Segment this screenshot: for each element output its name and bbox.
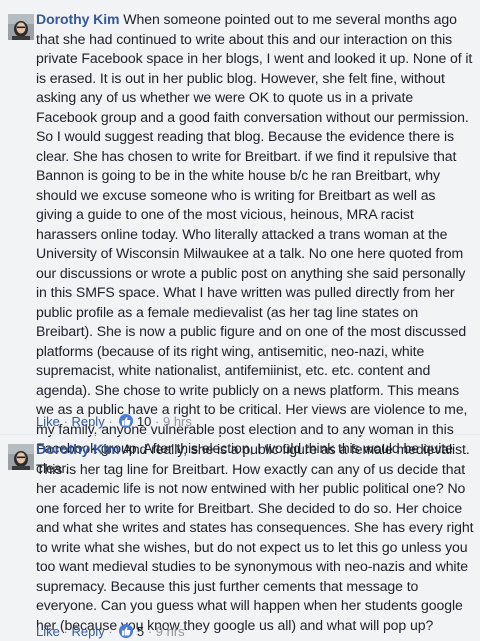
- separator: ·: [63, 624, 68, 639]
- comment-actions: Like · Reply · 5 · 9 hrs: [36, 623, 185, 641]
- timestamp[interactable]: 9 hrs: [163, 414, 192, 429]
- comment-text: And really, she is a public figure as a …: [36, 441, 474, 633]
- reply-link[interactable]: Reply: [71, 414, 104, 429]
- like-link[interactable]: Like: [36, 414, 60, 429]
- avatar[interactable]: [8, 14, 34, 40]
- separator: ·: [147, 624, 153, 639]
- reply-link[interactable]: Reply: [71, 624, 104, 639]
- avatar[interactable]: [8, 444, 34, 470]
- separator: ·: [108, 624, 113, 639]
- comment-body: Dorothy Kim And really, she is a public …: [36, 440, 474, 635]
- separator: ·: [108, 414, 113, 429]
- like-count[interactable]: 10: [137, 414, 151, 429]
- like-count[interactable]: 5: [137, 624, 144, 639]
- thumbs-up-icon[interactable]: [119, 624, 134, 638]
- separator: ·: [63, 414, 68, 429]
- divider: [0, 434, 480, 435]
- like-link[interactable]: Like: [36, 624, 60, 639]
- comment-body: Dorothy Kim When someone pointed out to …: [36, 10, 474, 478]
- comment-actions: Like · Reply · 10 · 9 hrs: [36, 413, 192, 431]
- comment-text: When someone pointed out to me several m…: [36, 11, 473, 476]
- author-name[interactable]: Dorothy Kim: [36, 11, 120, 27]
- timestamp[interactable]: 9 hrs: [156, 624, 185, 639]
- thumbs-up-icon[interactable]: [119, 414, 134, 428]
- author-name[interactable]: Dorothy Kim: [36, 441, 120, 457]
- separator: ·: [155, 414, 160, 429]
